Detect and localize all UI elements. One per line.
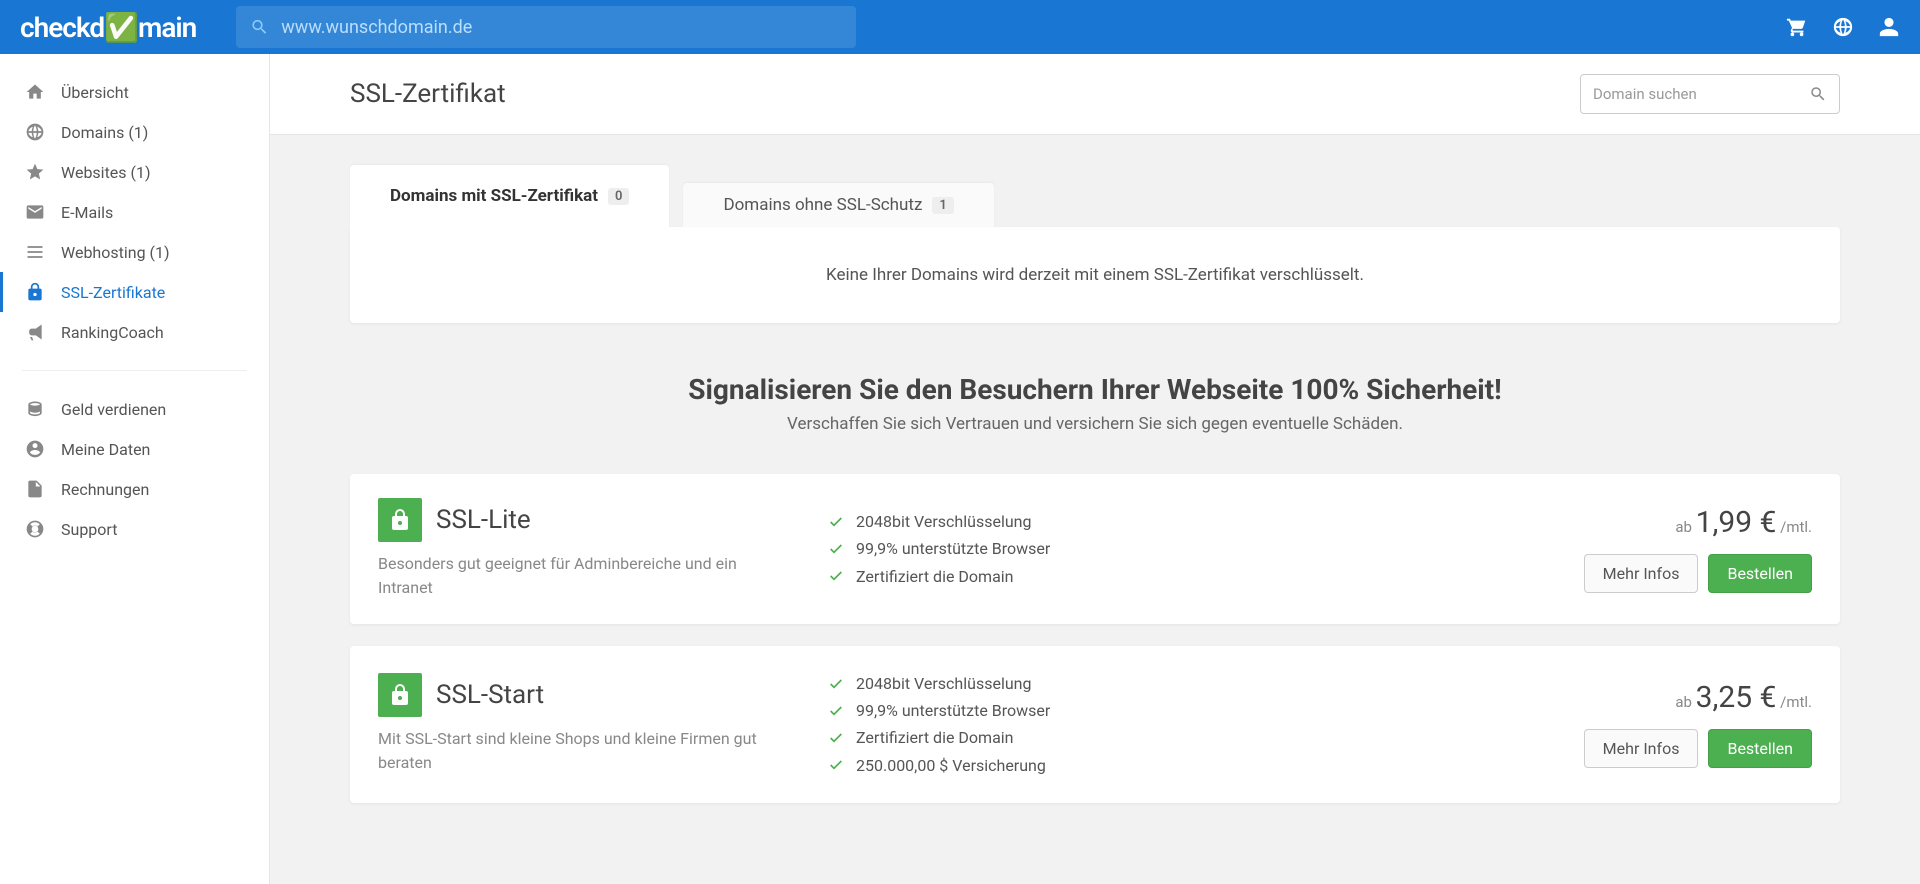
product-feature: 99,9% unterstützte Browser (828, 697, 1552, 724)
sidebar-item-ssl-zertifikate[interactable]: SSL-Zertifikate (0, 272, 269, 312)
sidebar-item-label: Geld verdienen (61, 400, 166, 419)
check-icon (828, 757, 844, 773)
sidebar-item-rankingcoach[interactable]: RankingCoach (0, 312, 269, 352)
product-price: ab 1,99 € /mtl. (1552, 505, 1812, 540)
sidebar-item-label: Webhosting (1) (61, 243, 170, 262)
check-icon (828, 568, 844, 584)
domain-search[interactable] (236, 6, 856, 48)
tabs: Domains mit SSL-Zertifikat 0 Domains ohne … (350, 165, 1840, 227)
sidebar-item-geld-verdienen[interactable]: Geld verdienen (0, 389, 269, 429)
product-name: SSL-Lite (436, 505, 531, 535)
user-circle-icon (25, 439, 45, 459)
tab-domains-mit-ssl-zertifikat[interactable]: Domains mit SSL-Zertifikat 0 (350, 165, 669, 227)
search-icon (250, 17, 269, 37)
sidebar-item-label: Support (61, 520, 117, 539)
product-name: SSL-Start (436, 680, 544, 710)
product-feature: Zertifiziert die Domain (828, 724, 1552, 751)
sidebar-item-label: RankingCoach (61, 323, 164, 342)
product-feature: 250.000,00 $ Versicherung (828, 752, 1552, 779)
search-icon (1809, 85, 1827, 103)
tab-domains-ohne-ssl-schutz[interactable]: Domains ohne SSL-Schutz 1 (683, 183, 993, 227)
logo[interactable]: checkd✅main (20, 11, 196, 44)
document-icon (25, 479, 45, 499)
check-icon (828, 541, 844, 557)
top-bar: checkd✅main (0, 0, 1920, 54)
product-feature: 2048bit Verschlüsselung (828, 670, 1552, 697)
check-icon (828, 730, 844, 746)
tab-content: Keine Ihrer Domains wird derzeit mit ein… (350, 227, 1840, 323)
check-icon (828, 676, 844, 692)
globe-icon (25, 122, 45, 142)
lock-icon (25, 282, 45, 302)
tab-label: Domains ohne SSL-Schutz (723, 195, 922, 215)
sidebar-item-meine-daten[interactable]: Meine Daten (0, 429, 269, 469)
inline-domain-search-input[interactable] (1593, 85, 1809, 103)
sidebar-item-websites-1-[interactable]: Websites (1) (0, 152, 269, 192)
product-ssl-lite: SSL-Lite Besonders gut geeignet für Admi… (350, 474, 1840, 624)
product-description: Mit SSL-Start sind kleine Shops und klei… (378, 727, 758, 775)
promo-subline: Verschaffen Sie sich Vertrauen und versi… (350, 414, 1840, 434)
sidebar-item--bersicht[interactable]: Übersicht (0, 72, 269, 112)
check-icon (828, 703, 844, 719)
sidebar-item-label: Meine Daten (61, 440, 150, 459)
list-icon (25, 242, 45, 262)
more-info-button[interactable]: Mehr Infos (1584, 729, 1699, 768)
sidebar-item-label: E-Mails (61, 203, 113, 222)
product-feature: 2048bit Verschlüsselung (828, 508, 1552, 535)
cart-icon[interactable] (1786, 16, 1808, 38)
page-header: SSL-Zertifikat (270, 54, 1920, 135)
sidebar-item-support[interactable]: Support (0, 509, 269, 549)
tab-label: Domains mit SSL-Zertifikat (390, 186, 598, 206)
lock-icon (378, 673, 422, 717)
product-feature: Zertifiziert die Domain (828, 563, 1552, 590)
sidebar-item-label: Websites (1) (61, 163, 151, 182)
product-description: Besonders gut geeignet für Adminbereiche… (378, 552, 758, 600)
sidebar-item-label: Domains (1) (61, 123, 148, 142)
home-icon (25, 82, 45, 102)
lock-icon (378, 498, 422, 542)
sidebar: Übersicht Domains (1) Websites (1) E-Mails W… (0, 54, 270, 884)
sidebar-item-label: Übersicht (61, 83, 129, 102)
sidebar-item-label: SSL-Zertifikate (61, 283, 165, 302)
megaphone-icon (25, 322, 45, 342)
order-button[interactable]: Bestellen (1708, 554, 1812, 593)
more-info-button[interactable]: Mehr Infos (1584, 554, 1699, 593)
sidebar-item-webhosting-1-[interactable]: Webhosting (1) (0, 232, 269, 272)
promo-section: Signalisieren Sie den Besuchern Ihrer We… (350, 373, 1840, 434)
product-price: ab 3,25 € /mtl. (1552, 680, 1812, 715)
inline-domain-search[interactable] (1580, 74, 1840, 114)
page-title: SSL-Zertifikat (350, 79, 506, 109)
account-icon[interactable] (1878, 16, 1900, 38)
star-icon (25, 162, 45, 182)
sidebar-item-rechnungen[interactable]: Rechnungen (0, 469, 269, 509)
product-ssl-start: SSL-Start Mit SSL-Start sind kleine Shop… (350, 646, 1840, 803)
nav-divider (22, 370, 247, 371)
tab-count-badge: 0 (608, 188, 629, 205)
sidebar-item-domains-1-[interactable]: Domains (1) (0, 112, 269, 152)
empty-message: Keine Ihrer Domains wird derzeit mit ein… (826, 265, 1364, 285)
life-ring-icon (25, 519, 45, 539)
mail-icon (25, 202, 45, 222)
coins-icon (25, 399, 45, 419)
promo-headline: Signalisieren Sie den Besuchern Ihrer We… (350, 373, 1840, 406)
language-icon[interactable] (1832, 16, 1854, 38)
product-feature: 99,9% unterstützte Browser (828, 535, 1552, 562)
domain-search-input[interactable] (281, 17, 842, 38)
product-list: SSL-Lite Besonders gut geeignet für Admi… (350, 474, 1840, 803)
order-button[interactable]: Bestellen (1708, 729, 1812, 768)
sidebar-item-e-mails[interactable]: E-Mails (0, 192, 269, 232)
check-icon (828, 514, 844, 530)
sidebar-item-label: Rechnungen (61, 480, 149, 499)
tab-count-badge: 1 (932, 197, 953, 214)
